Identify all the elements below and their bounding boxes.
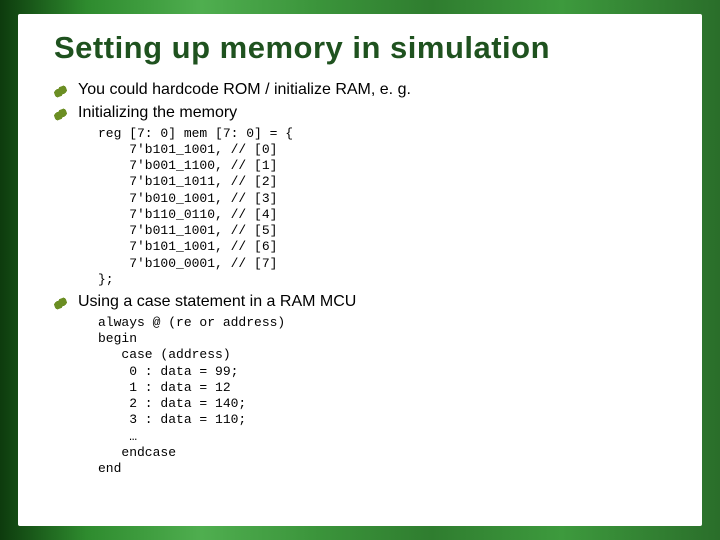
bullet-list: You could hardcode ROM / initialize RAM,… <box>54 80 666 124</box>
bullet-list: Using a case statement in a RAM MCU <box>54 292 666 313</box>
code-block-case-stmt: always @ (re or address) begin case (add… <box>98 315 666 478</box>
bullet-text: Using a case statement in a RAM MCU <box>78 293 356 310</box>
slide-title: Setting up memory in simulation <box>54 30 666 66</box>
bullet-text: You could hardcode ROM / initialize RAM,… <box>78 81 411 98</box>
bullet-text: Initializing the memory <box>78 104 237 121</box>
bullet-item: Using a case statement in a RAM MCU <box>54 292 666 313</box>
slide-background: Setting up memory in simulation You coul… <box>0 0 720 540</box>
code-block-mem-init: reg [7: 0] mem [7: 0] = { 7'b101_1001, /… <box>98 126 666 289</box>
bullet-item: You could hardcode ROM / initialize RAM,… <box>54 80 666 101</box>
slide-panel: Setting up memory in simulation You coul… <box>18 14 702 526</box>
bullet-item: Initializing the memory <box>54 103 666 124</box>
